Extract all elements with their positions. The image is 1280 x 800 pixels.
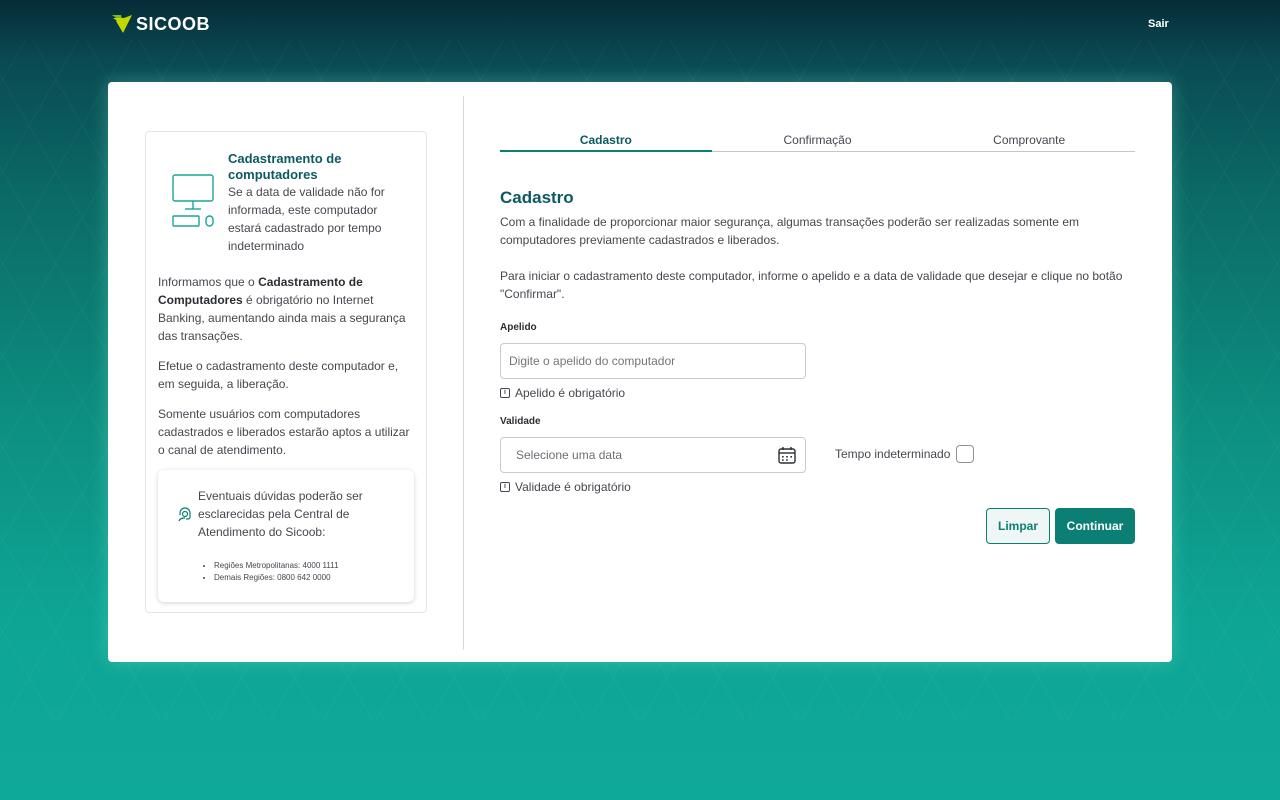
- info-paragraph-2: Efetue o cadastramento deste computador …: [158, 359, 399, 391]
- sicoob-logo-icon: [112, 15, 132, 33]
- main-card: Cadastramento de computadores Se a data …: [108, 82, 1172, 662]
- form-title: Cadastro: [500, 188, 574, 207]
- validity-hint: i Validade é obrigatório: [500, 480, 631, 494]
- vertical-divider: [463, 96, 464, 650]
- info-icon: i: [500, 388, 510, 398]
- indeterminate-option: Tempo indeterminado: [835, 445, 975, 463]
- info-subtitle: Se a data de validade não for informada,…: [228, 185, 385, 253]
- step-confirmacao: Confirmação: [783, 133, 852, 147]
- validity-label: Validade: [500, 416, 541, 427]
- stepper: Cadastro Confirmação Comprovante: [500, 130, 1135, 152]
- info-paragraphs: Informamos que o Cadastramento de Comput…: [158, 273, 418, 471]
- form-description-2: Para iniciar o cadastramento deste compu…: [500, 269, 1123, 301]
- help-text: Eventuais dúvidas poderão ser esclarecid…: [198, 489, 363, 539]
- step-cadastro: Cadastro: [500, 130, 712, 152]
- validity-hint-text: Validade é obrigatório: [515, 480, 631, 494]
- nickname-hint: i Apelido é obrigatório: [500, 386, 625, 400]
- indeterminate-label: Tempo indeterminado: [835, 447, 951, 461]
- logout-link[interactable]: Sair: [1148, 18, 1169, 30]
- top-bar: SICOOB Sair: [0, 0, 1280, 48]
- help-card: Eventuais dúvidas poderão ser esclarecid…: [158, 470, 414, 602]
- calendar-icon[interactable]: [777, 445, 797, 465]
- clear-button[interactable]: Limpar: [986, 508, 1050, 544]
- indeterminate-checkbox[interactable]: [956, 445, 975, 463]
- help-phone-list: Regiões Metropolitanas: 4000 1111 Demais…: [214, 560, 339, 584]
- nickname-input[interactable]: [500, 343, 806, 379]
- computer-icon: [172, 174, 214, 227]
- sicoob-logo[interactable]: SICOOB: [112, 14, 210, 34]
- logo-text: SICOOB: [136, 13, 211, 34]
- validity-date-input[interactable]: Selecione uma data: [500, 437, 806, 473]
- info-icon: i: [500, 482, 510, 492]
- validity-placeholder: Selecione uma data: [516, 448, 623, 462]
- help-phone-other: Demais Regiões: 0800 642 0000: [214, 572, 339, 584]
- form-description-1: Com a finalidade de proporcionar maior s…: [500, 215, 1079, 247]
- nickname-hint-text: Apelido é obrigatório: [515, 386, 626, 400]
- step-comprovante: Comprovante: [993, 133, 1066, 147]
- info-panel: Cadastramento de computadores Se a data …: [145, 131, 427, 613]
- help-phone-metro: Regiões Metropolitanas: 4000 1111: [214, 560, 339, 572]
- continue-button[interactable]: Continuar: [1055, 508, 1135, 544]
- nickname-label: Apelido: [500, 322, 537, 333]
- headset-icon: [178, 507, 191, 522]
- info-paragraph-1: Informamos que o Cadastramento de Comput…: [158, 275, 406, 343]
- info-paragraph-3: Somente usuários com computadores cadast…: [158, 407, 410, 457]
- info-title: Cadastramento de computadores: [228, 151, 342, 182]
